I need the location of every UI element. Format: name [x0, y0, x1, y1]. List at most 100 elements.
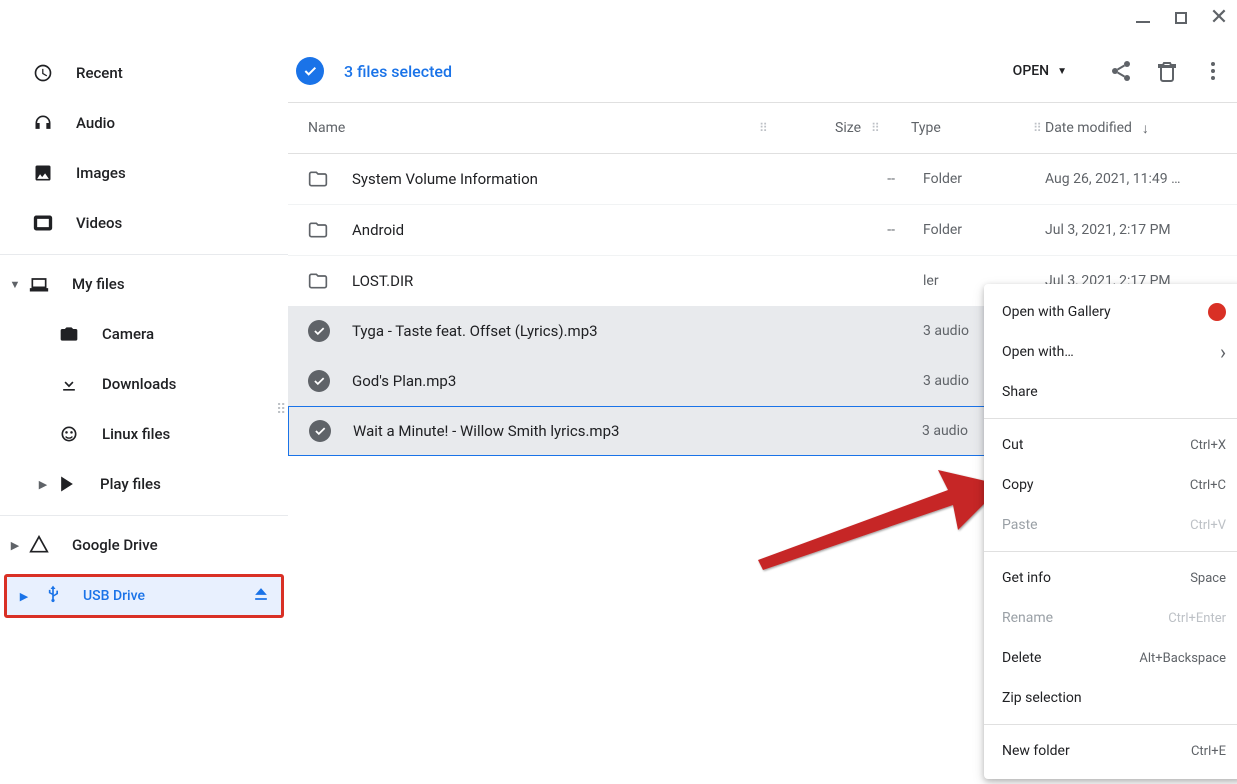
menu-label: Delete: [1002, 650, 1139, 666]
nav-label: My files: [72, 275, 125, 293]
menu-item-open-with[interactable]: Open with…›: [984, 332, 1237, 372]
selected-check-icon: [308, 320, 330, 342]
chevron-right-icon[interactable]: ▶: [8, 539, 22, 552]
file-row[interactable]: Android--FolderJul 3, 2021, 2:17 PM: [288, 205, 1237, 255]
nav-label: Play files: [100, 475, 161, 493]
nav-label: USB Drive: [83, 588, 251, 604]
more-icon[interactable]: [1201, 59, 1225, 83]
menu-item-cut[interactable]: CutCtrl+X: [984, 425, 1237, 465]
sort-desc-icon: ↓: [1142, 120, 1149, 137]
menu-label: Share: [1002, 384, 1226, 400]
menu-label: Open with Gallery: [1002, 304, 1208, 320]
pane-resize-handle[interactable]: ⠿: [276, 402, 287, 418]
file-name: Wait a Minute! - Willow Smith lyrics.mp3: [353, 422, 804, 440]
headphones-icon: [32, 112, 54, 134]
folder-icon: [308, 271, 330, 291]
nav-play-files[interactable]: ▶ Play files: [0, 459, 288, 509]
menu-shortcut: Ctrl+X: [1190, 438, 1226, 453]
nav-recent[interactable]: Recent: [0, 48, 288, 98]
main-content: ⠿ 3 files selected OPEN▼ Name ⠿ Size ⠿ T…: [288, 0, 1237, 784]
nav-usb-drive[interactable]: ▶ USB Drive: [4, 574, 284, 618]
file-name: Tyga - Taste feat. Offset (Lyrics).mp3: [352, 322, 805, 340]
menu-shortcut: Ctrl+E: [1191, 744, 1226, 759]
folder-icon: [308, 220, 330, 240]
nav-label: Videos: [76, 214, 122, 232]
file-type: Folder: [895, 171, 1045, 187]
menu-label: Cut: [1002, 437, 1190, 453]
video-icon: [32, 212, 54, 234]
open-button[interactable]: OPEN▼: [1013, 63, 1067, 79]
section-my-files: ▼ My files Camera Downloads Linux files …: [0, 254, 288, 509]
selected-check-icon: [308, 370, 330, 392]
drive-icon: [28, 534, 50, 556]
nav-images[interactable]: Images: [0, 148, 288, 198]
column-grip-icon[interactable]: ⠿: [871, 121, 883, 135]
selection-toolbar: 3 files selected OPEN▼: [288, 48, 1237, 94]
nav-audio[interactable]: Audio: [0, 98, 288, 148]
delete-icon[interactable]: [1155, 59, 1179, 83]
column-grip-icon[interactable]: ⠿: [1033, 121, 1045, 135]
chevron-down-icon[interactable]: ▼: [8, 278, 22, 291]
column-name[interactable]: Name: [308, 120, 759, 136]
menu-shortcut: Space: [1190, 571, 1226, 586]
menu-item-get-info[interactable]: Get infoSpace: [984, 558, 1237, 598]
image-icon: [32, 162, 54, 184]
column-grip-icon[interactable]: ⠿: [759, 121, 771, 135]
share-icon[interactable]: [1109, 59, 1133, 83]
play-icon: [56, 473, 78, 495]
new-badge-icon: [1208, 303, 1226, 321]
nav-videos[interactable]: Videos: [0, 198, 288, 248]
menu-item-copy[interactable]: CopyCtrl+C: [984, 465, 1237, 505]
section-drive: ▶ Google Drive: [0, 515, 288, 570]
column-size[interactable]: Size: [771, 120, 861, 136]
chevron-right-icon[interactable]: ▶: [17, 590, 31, 603]
nav-linux-files[interactable]: Linux files: [0, 409, 288, 459]
camera-icon: [58, 323, 80, 345]
menu-item-zip-selection[interactable]: Zip selection: [984, 678, 1237, 718]
nav-label: Camera: [102, 325, 154, 343]
nav-camera[interactable]: Camera: [0, 309, 288, 359]
nav-label: Linux files: [102, 425, 170, 443]
clock-icon: [32, 62, 54, 84]
column-date[interactable]: Date modified↓: [1045, 120, 1225, 137]
sidebar: Recent Audio Images Videos ▼ My files Ca…: [0, 0, 288, 784]
menu-label: Copy: [1002, 477, 1190, 493]
menu-item-rename: RenameCtrl+Enter: [984, 598, 1237, 638]
file-name: God's Plan.mp3: [352, 372, 805, 390]
column-type[interactable]: Type: [883, 120, 1033, 136]
nav-google-drive[interactable]: ▶ Google Drive: [0, 520, 288, 570]
file-name: LOST.DIR: [352, 272, 805, 290]
selection-check-icon[interactable]: [296, 57, 324, 85]
nav-label: Audio: [76, 114, 115, 132]
eject-icon[interactable]: [251, 584, 271, 608]
download-icon: [58, 373, 80, 395]
file-size: --: [805, 222, 895, 238]
linux-icon: [58, 423, 80, 445]
menu-divider: [984, 418, 1237, 419]
usb-icon: [43, 584, 65, 608]
nav-downloads[interactable]: Downloads: [0, 359, 288, 409]
nav-label: Downloads: [102, 375, 176, 393]
menu-label: New folder: [1002, 743, 1191, 759]
file-row[interactable]: System Volume Information--FolderAug 26,…: [288, 154, 1237, 204]
menu-shortcut: Ctrl+Enter: [1168, 611, 1226, 626]
menu-item-delete[interactable]: DeleteAlt+Backspace: [984, 638, 1237, 678]
nav-label: Recent: [76, 64, 123, 82]
file-date: Jul 3, 2021, 2:17 PM: [1045, 222, 1225, 238]
menu-divider: [984, 724, 1237, 725]
nav-my-files[interactable]: ▼ My files: [0, 259, 288, 309]
selection-count: 3 files selected: [344, 62, 1013, 81]
chevron-right-icon[interactable]: ▶: [36, 478, 50, 491]
menu-divider: [984, 551, 1237, 552]
menu-shortcut: Ctrl+C: [1190, 478, 1226, 493]
menu-item-open-with-gallery[interactable]: Open with Gallery: [984, 292, 1237, 332]
menu-item-paste: PasteCtrl+V: [984, 505, 1237, 545]
selected-check-icon: [309, 420, 331, 442]
nav-label: Images: [76, 164, 126, 182]
menu-shortcut: Alt+Backspace: [1139, 651, 1226, 666]
menu-item-new-folder[interactable]: New folderCtrl+E: [984, 731, 1237, 771]
file-type: Folder: [895, 222, 1045, 238]
menu-item-share[interactable]: Share: [984, 372, 1237, 412]
chevron-down-icon: ▼: [1057, 66, 1067, 77]
file-name: System Volume Information: [352, 170, 805, 188]
